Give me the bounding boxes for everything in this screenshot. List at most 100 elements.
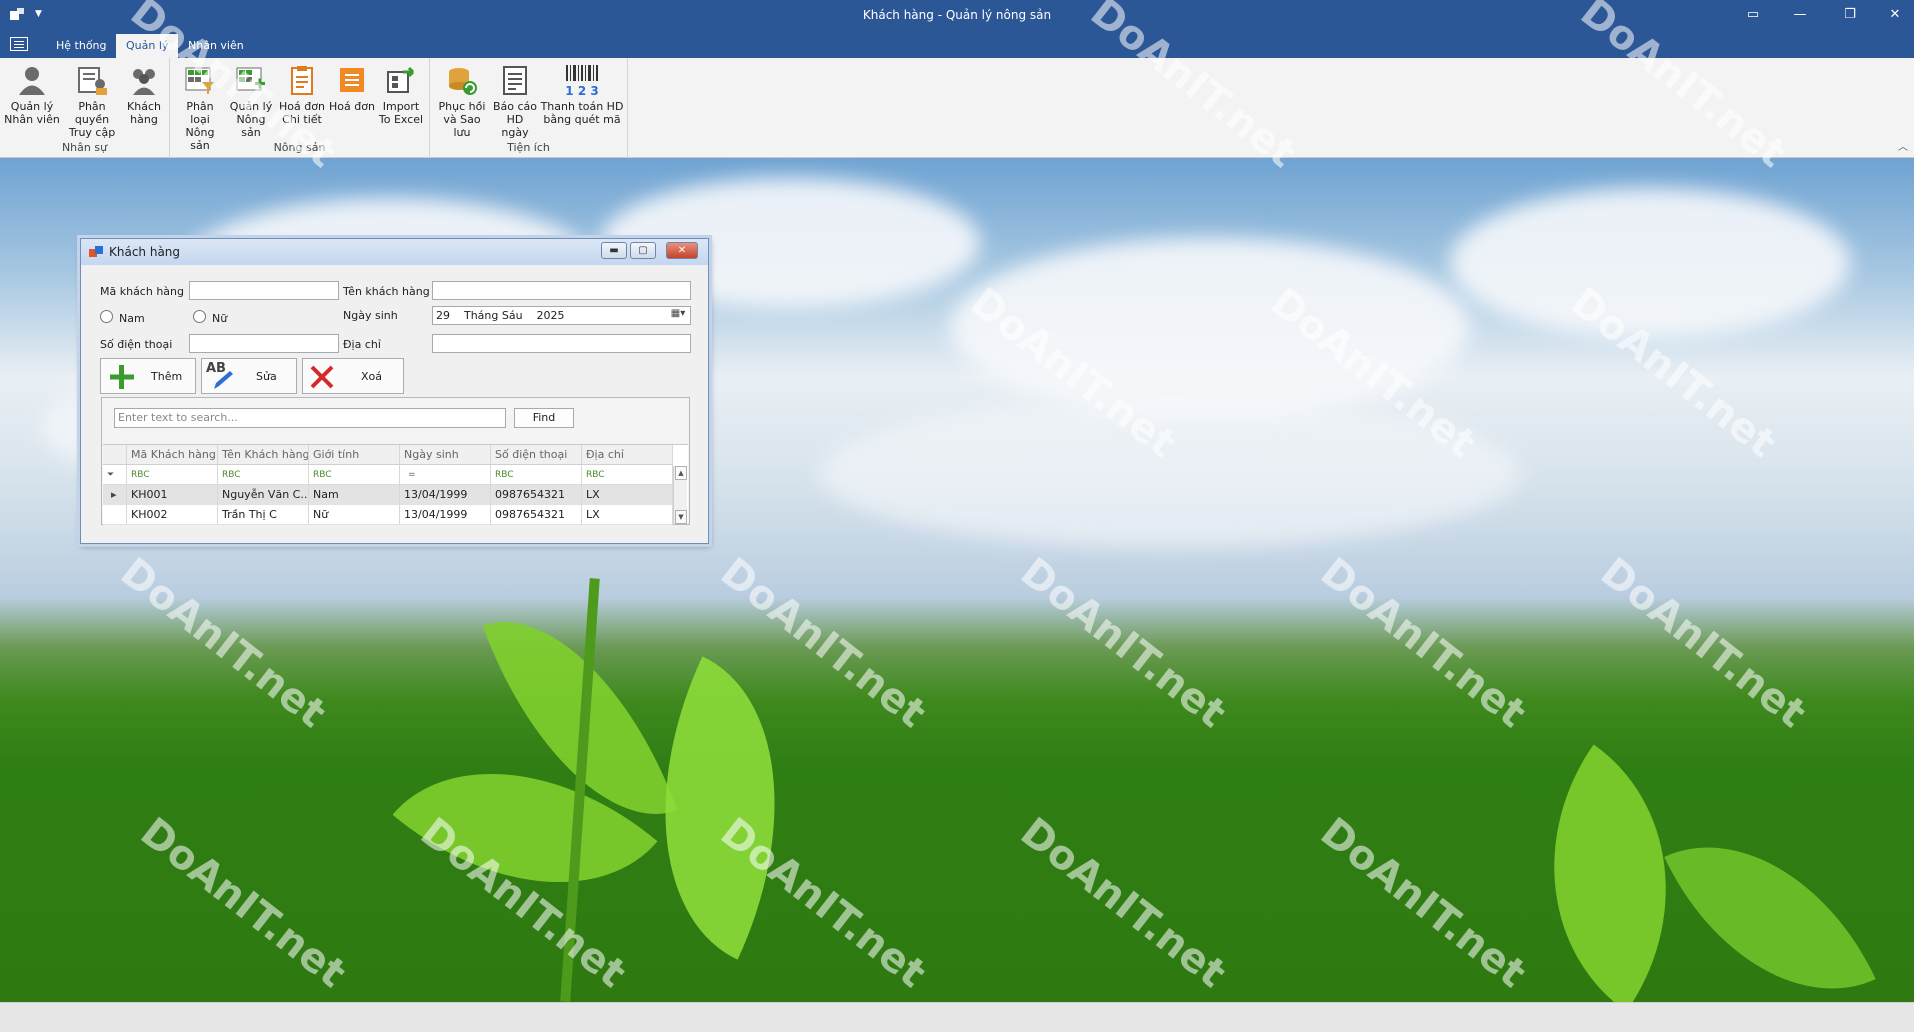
quan-ly-nhan-vien-button[interactable]: Quản lý Nhân viên [4,64,60,126]
filter-icon: ⏷ [103,465,127,485]
status-bar [0,1002,1914,1032]
customer-window-title: Khách hàng [109,245,181,259]
import-excel-icon [385,64,417,96]
them-button[interactable]: Thêm [100,358,196,394]
child-maximize-button[interactable]: ▢ [630,242,656,259]
tab-he-thong[interactable]: Hệ thống [46,34,117,58]
column-header[interactable]: Địa chỉ [582,445,673,465]
scroll-up-icon[interactable]: ▲ [675,466,687,480]
application-menu-icon[interactable] [10,37,28,51]
table-cell[interactable]: KH001 [127,485,218,505]
ribbon-group-nhan-su: Quản lý Nhân viên Phân quyền Truy cập Kh… [0,58,170,158]
permission-icon [76,64,108,96]
customers-icon [128,64,160,96]
ribbon-group-tien-ich: Phục hồi và Sao lưu Báo cáo HD ngày 1 2 … [430,58,628,158]
restore-button[interactable]: ❐ [1835,4,1865,26]
close-button[interactable]: ✕ [1880,4,1910,26]
calendar-dropdown-icon[interactable]: ▦▾ [668,308,688,323]
customer-window: Khách hàng ▬ ▢ ✕ Mã khách hàng Tên khách… [80,238,709,544]
ngay-sinh-label: Ngày sinh [343,309,398,322]
delete-icon [309,364,335,390]
xoa-button[interactable]: Xoá [302,358,404,394]
table-cell[interactable]: 0987654321 [491,485,582,505]
child-minimize-button[interactable]: ▬ [601,242,627,259]
thanh-toan-quet-ma-button[interactable]: 1 2 3 Thanh toán HD bằng quét mã [540,64,624,126]
invoice-icon [336,64,368,96]
filter-cell[interactable]: RBC [491,465,582,485]
ribbon-panel: Quản lý Nhân viên Phân quyền Truy cập Kh… [0,58,1914,158]
table-cell[interactable]: Nguyễn Văn C... [218,485,309,505]
report-icon [499,64,531,96]
gender-nam-radio[interactable] [100,310,113,323]
filter-cell[interactable]: RBC [127,465,218,485]
bao-cao-hd-ngay-button[interactable]: Báo cáo HD ngày [492,64,538,139]
khach-hang-button[interactable]: Khách hàng [122,64,166,126]
hoa-don-button[interactable]: Hoá đơn [328,64,376,113]
dia-chi-label: Địa chỉ [343,338,381,351]
employee-icon [16,64,48,96]
window-title: Khách hàng - Quản lý nông sản [862,8,1052,22]
gender-nam-label: Nam [119,312,145,325]
table-cell[interactable]: KH002 [127,505,218,525]
table-cell[interactable]: 13/04/1999 [400,485,491,505]
quan-ly-nong-san-button[interactable]: Quản lý Nông sản [226,64,276,139]
phuc-hoi-sao-luu-button[interactable]: Phục hồi và Sao lưu [434,64,490,139]
ribbon-group-label: Nông sản [273,141,326,154]
tab-quan-ly[interactable]: Quản lý [116,34,179,58]
sua-button[interactable]: AB Sửa [201,358,297,394]
row-indicator [103,505,127,525]
table-cell[interactable]: LX [582,505,673,525]
tab-nhan-vien[interactable]: Nhân viên [178,34,254,58]
table-cell[interactable]: Trần Thị C [218,505,309,525]
ribbon-group-label: Tiện ích [507,141,550,154]
backup-restore-icon [446,64,478,96]
classify-icon [184,64,216,96]
ribbon-group-nong-san: Phân loại Nông sản Quản lý Nông sản Hoá … [170,58,430,158]
row-indicator-icon: ▸ [103,485,127,505]
phan-loai-nong-san-button[interactable]: Phân loại Nông sản [176,64,224,152]
search-input[interactable]: Enter text to search... [114,408,506,428]
table-cell[interactable]: 0987654321 [491,505,582,525]
filter-cell[interactable]: RBC [309,465,400,485]
ma-khach-hang-input[interactable] [189,281,339,300]
hoa-don-chi-tiet-button[interactable]: Hoá đơn Chi tiết [278,64,326,126]
find-button[interactable]: Find [514,408,574,428]
phan-quyen-truy-cap-button[interactable]: Phân quyền Truy cập [62,64,122,139]
table-cell[interactable]: LX [582,485,673,505]
add-icon [109,364,135,390]
table-cell[interactable]: Nữ [309,505,400,525]
filter-cell-date[interactable]: = [400,465,491,485]
minimize-button[interactable]: — [1785,4,1815,26]
gender-nu-label: Nữ [212,312,228,325]
filter-cell[interactable]: RBC [218,465,309,485]
ten-khach-hang-label: Tên khách hàng [343,285,430,298]
customer-window-titlebar[interactable]: Khách hàng ▬ ▢ ✕ [81,239,708,265]
gender-nu-radio[interactable] [193,310,206,323]
ngay-sinh-date-picker[interactable]: 29 Tháng Sáu 2025 ▦▾ [432,306,691,325]
column-header[interactable]: Số điện thoại [491,445,582,465]
scroll-down-icon[interactable]: ▼ [675,510,687,524]
column-header[interactable]: Giới tính [309,445,400,465]
invoice-detail-icon [286,64,318,96]
ribbon-display-options-button[interactable]: ▭ [1738,4,1768,26]
title-bar: ▼ Khách hàng - Quản lý nông sản ▭ — ❐ ✕ [0,0,1914,30]
child-close-button[interactable]: ✕ [666,242,698,259]
dia-chi-input[interactable] [432,334,691,353]
import-to-excel-button[interactable]: Import To Excel [376,64,426,126]
ribbon-tab-bar: Hệ thống Quản lý Nhân viên [0,30,1914,58]
ten-khach-hang-input[interactable] [432,281,691,300]
ngay-sinh-value: 29 Tháng Sáu 2025 [436,309,565,322]
collapse-ribbon-icon[interactable]: ︿ [1898,138,1908,153]
column-header[interactable]: Tên Khách hàng [218,445,309,465]
column-header[interactable]: Mã Khách hàng [127,445,218,465]
form-icon [89,246,103,258]
table-cell[interactable]: 13/04/1999 [400,505,491,525]
ribbon-group-label: Nhân sự [61,141,108,154]
column-header[interactable]: Ngày sinh [400,445,491,465]
table-corner [103,445,127,465]
so-dien-thoai-input[interactable] [189,334,339,353]
filter-cell[interactable]: RBC [582,465,673,485]
edit-icon: AB [206,361,236,391]
table-vertical-scrollbar[interactable]: ▲ ▼ [673,466,687,524]
table-cell[interactable]: Nam [309,485,400,505]
